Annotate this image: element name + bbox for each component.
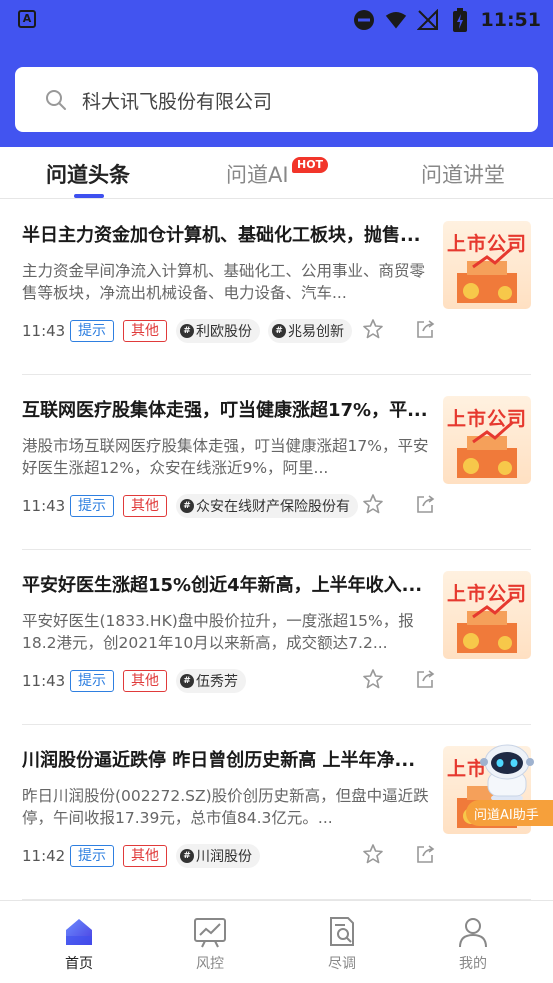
hashtag-icon: #	[272, 324, 286, 338]
topic-chip[interactable]: # 众安在线财产保险股份有	[176, 494, 358, 518]
tab-headlines[interactable]: 问道头条	[46, 159, 130, 189]
share-icon[interactable]	[414, 318, 436, 344]
star-icon[interactable]	[362, 493, 384, 519]
search-placeholder[interactable]: 科大讯飞股份有限公司	[82, 87, 272, 114]
share-icon[interactable]	[414, 668, 436, 694]
tag-other: 其他	[123, 495, 167, 517]
news-summary: 港股市场互联网医疗股集体走强，叮当健康涨超17%，平安好医生涨超12%，众安在线…	[22, 437, 429, 477]
tag-tip: 提示	[70, 670, 114, 692]
share-icon[interactable]	[414, 843, 436, 869]
news-item[interactable]: 半日主力资金加仓计算机、基础化工板块，抛售... 主力资金早间净流入计算机、基础…	[22, 200, 531, 375]
ai-assistant-button[interactable]: 问道AI助手	[466, 800, 553, 826]
star-icon[interactable]	[362, 668, 384, 694]
search-bar[interactable]: 科大讯飞股份有限公司	[15, 67, 538, 132]
news-thumbnail[interactable]: 上市公司	[443, 571, 531, 659]
nav-due-diligence[interactable]: 尽调	[302, 915, 382, 973]
tag-tip: 提示	[70, 845, 114, 867]
app-header: A 11:51 科大讯飞股份有限公司	[0, 0, 553, 147]
tag-other: 其他	[123, 320, 167, 342]
document-search-icon	[302, 915, 382, 949]
news-summary: 昨日川润股份(002272.SZ)股价创历史新高，但盘中逼近跌停，午间收报17.…	[22, 787, 429, 827]
news-title[interactable]: 半日主力资金加仓计算机、基础化工板块，抛售...	[22, 221, 432, 247]
no-signal-icon	[416, 9, 439, 31]
hashtag-icon: #	[180, 849, 194, 863]
tab-lecture[interactable]: 问道讲堂	[421, 159, 505, 189]
star-icon[interactable]	[362, 318, 384, 344]
news-item[interactable]: 互联网医疗股集体走强，叮当健康涨超17%，平... 港股市场互联网医疗股集体走强…	[22, 375, 531, 550]
battery-charging-icon	[449, 8, 471, 32]
news-time: 11:43	[22, 322, 66, 340]
hashtag-icon: #	[180, 324, 194, 338]
person-icon	[433, 915, 513, 949]
hashtag-icon: #	[180, 499, 194, 513]
nav-risk-control[interactable]: 风控	[170, 915, 250, 973]
tag-other: 其他	[123, 670, 167, 692]
home-icon	[39, 915, 119, 949]
nav-me[interactable]: 我的	[433, 915, 513, 973]
tag-tip: 提示	[70, 320, 114, 342]
hot-badge: HOT	[292, 157, 329, 173]
ai-robot-icon[interactable]	[478, 742, 536, 804]
news-title[interactable]: 平安好医生涨超15%创近4年新高，上半年收入...	[22, 571, 432, 597]
star-icon[interactable]	[362, 843, 384, 869]
news-item[interactable]: 川润股份逼近跌停 昨日曾创历史新高 上半年净... 昨日川润股份(002272.…	[22, 725, 531, 900]
do-not-disturb-icon	[353, 9, 375, 31]
news-title[interactable]: 川润股份逼近跌停 昨日曾创历史新高 上半年净...	[22, 746, 432, 772]
tag-tip: 提示	[70, 495, 114, 517]
news-summary: 主力资金早间净流入计算机、基础化工、公用事业、商贸零售等板块，净流出机械设备、电…	[22, 262, 426, 302]
news-summary: 平安好医生(1833.HK)盘中股价拉升，一度涨超15%，报18.2港元，创20…	[22, 612, 414, 652]
share-icon[interactable]	[414, 493, 436, 519]
chart-board-icon	[170, 915, 250, 949]
topic-chip[interactable]: # 伍秀芳	[176, 669, 246, 693]
tab-ai[interactable]: 问道AI	[226, 159, 289, 189]
topic-chip[interactable]: # 川润股份	[176, 844, 260, 868]
hashtag-icon: #	[180, 674, 194, 688]
news-title[interactable]: 互联网医疗股集体走强，叮当健康涨超17%，平...	[22, 396, 432, 422]
nav-home[interactable]: 首页	[39, 915, 119, 973]
news-time: 11:43	[22, 497, 66, 515]
tag-other: 其他	[123, 845, 167, 867]
news-time: 11:43	[22, 672, 66, 690]
active-tab-indicator	[74, 194, 104, 198]
wifi-icon	[385, 9, 407, 31]
status-bar: A 11:51	[0, 0, 553, 40]
news-item[interactable]: 平安好医生涨超15%创近4年新高，上半年收入... 平安好医生(1833.HK)…	[22, 550, 531, 725]
news-thumbnail[interactable]: 上市公司	[443, 221, 531, 309]
news-list: 半日主力资金加仓计算机、基础化工板块，抛售... 主力资金早间净流入计算机、基础…	[0, 200, 553, 900]
tab-bar: 问道头条 问道AI 问道讲堂	[0, 147, 553, 199]
news-thumbnail[interactable]: 上市公司	[443, 396, 531, 484]
search-icon	[45, 89, 67, 115]
notification-app-icon: A	[18, 10, 36, 28]
status-time: 11:51	[480, 9, 541, 31]
topic-chip[interactable]: # 利欧股份	[176, 319, 260, 343]
topic-chip[interactable]: # 兆易创新	[268, 319, 352, 343]
bottom-nav: 首页 风控 尽调 我的	[0, 900, 553, 983]
news-time: 11:42	[22, 847, 66, 865]
